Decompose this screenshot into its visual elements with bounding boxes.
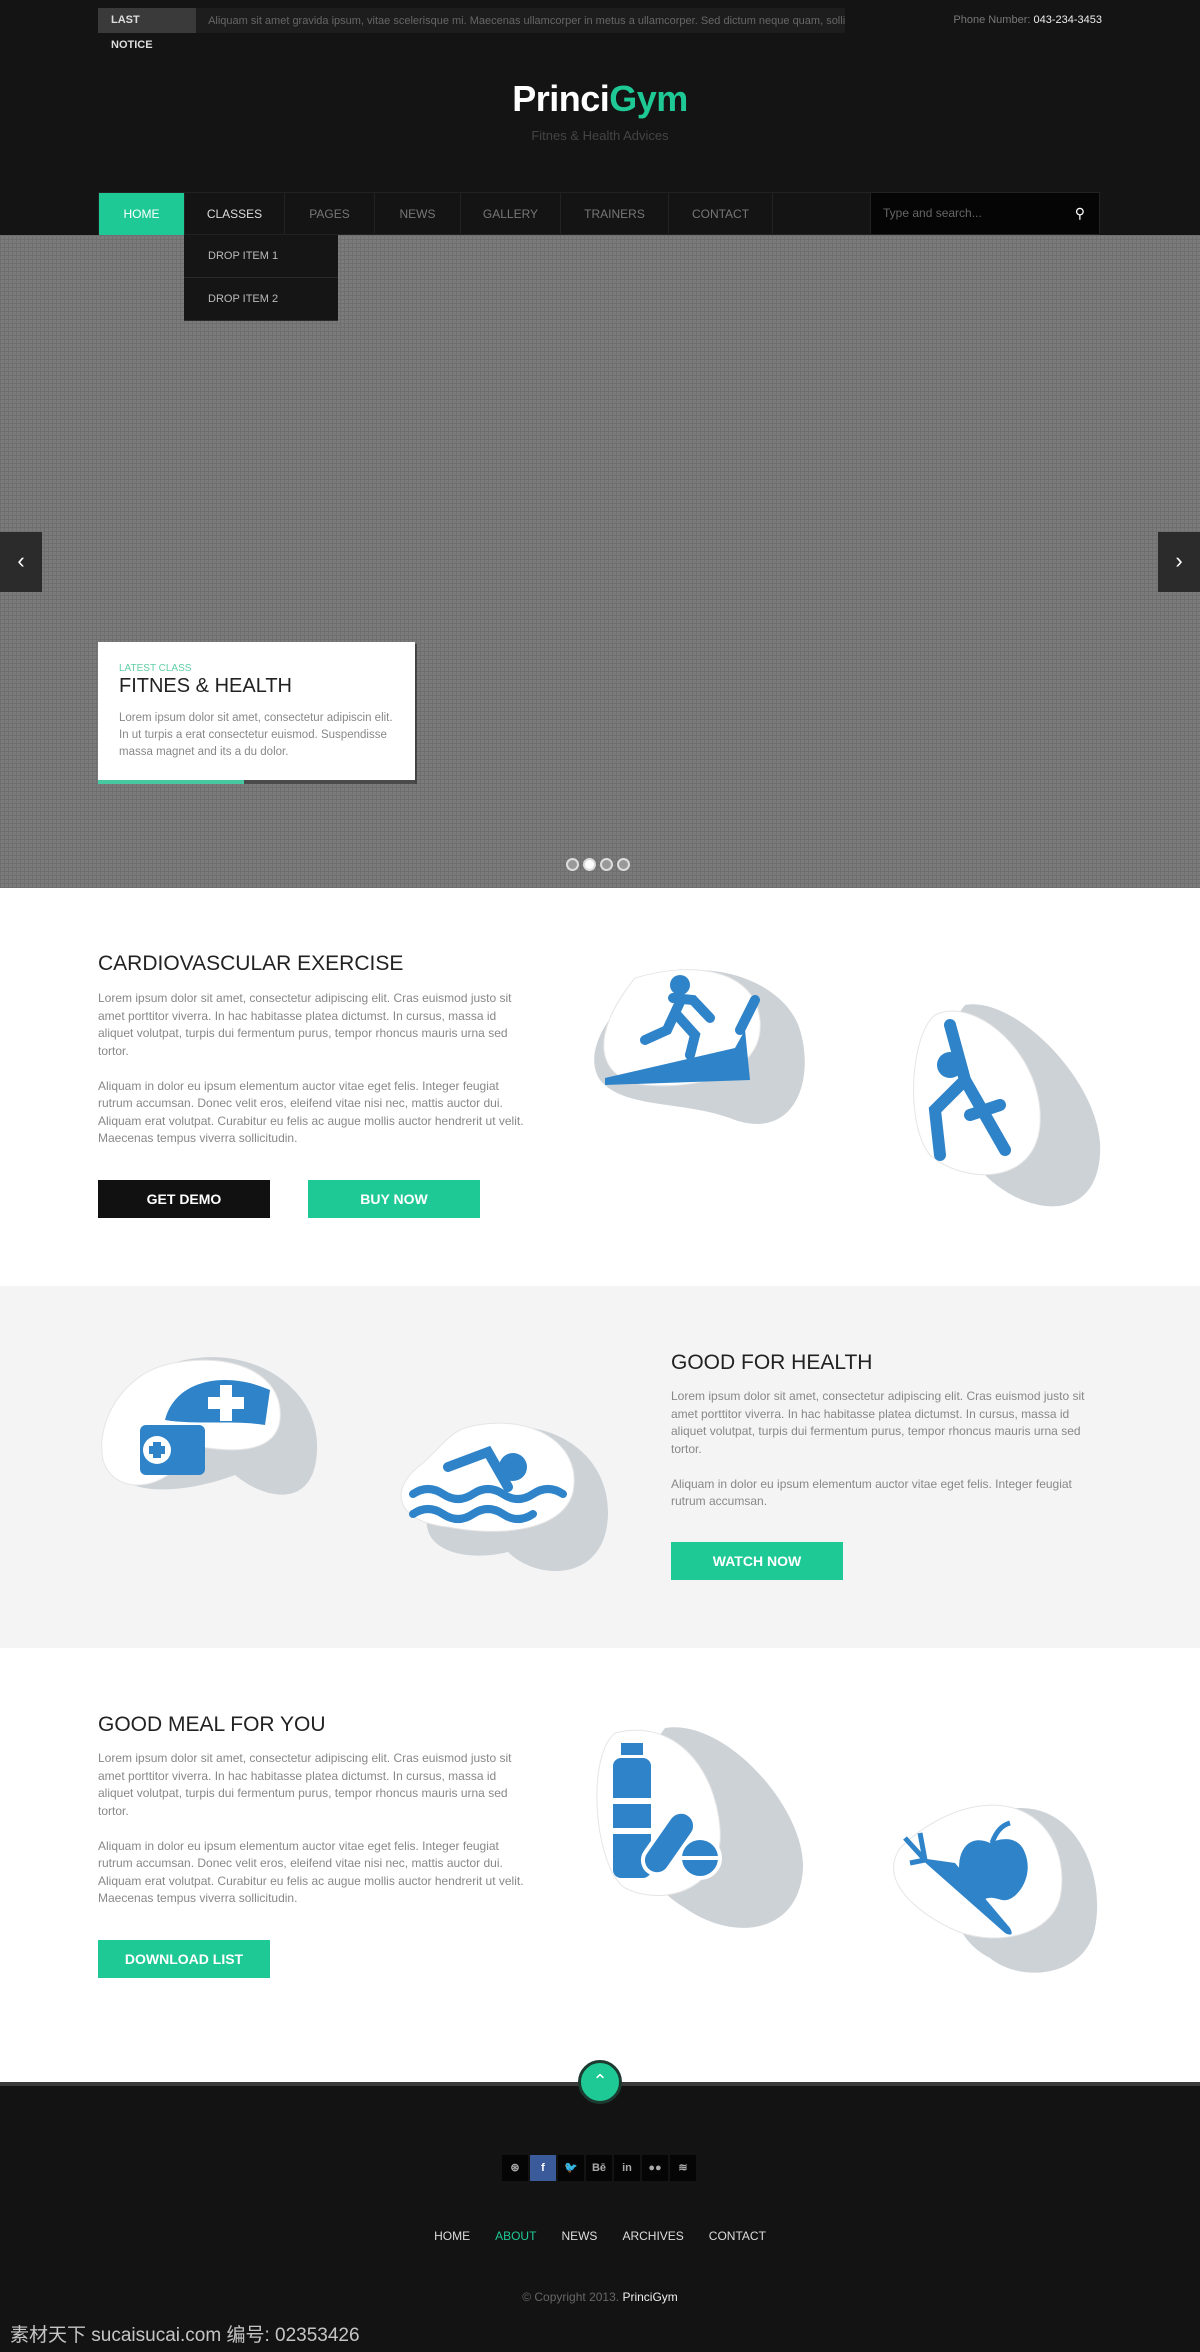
slider-next-button[interactable]: ›	[1158, 532, 1200, 592]
water-bottle-pills-icon	[596, 1727, 804, 1928]
swimmer-icon	[400, 1422, 608, 1572]
footer	[0, 2082, 1200, 2352]
twitter-icon[interactable]: 🐦	[558, 2155, 584, 2181]
copyright-text: © Copyright 2013.	[522, 2290, 620, 2304]
slide-progress-fill	[98, 780, 244, 784]
chevron-up-icon: ⌃	[592, 2071, 608, 2091]
chevron-right-icon: ›	[1175, 548, 1183, 573]
footer-link-home[interactable]: HOME	[434, 2229, 470, 2243]
footer-link-archives[interactable]: ARCHIVES	[622, 2229, 683, 2243]
search-icon[interactable]: ⚲	[1075, 193, 1085, 234]
flickr-icon[interactable]: ●●	[642, 2155, 668, 2181]
slider-prev-button[interactable]: ‹	[0, 532, 42, 592]
logo[interactable]: PrinciGym	[0, 78, 1200, 120]
phone-number: Phone Number: 043-234-3453	[953, 14, 1102, 26]
section-text: Lorem ipsum dolor sit amet, consectetur …	[98, 1750, 528, 1908]
phone-label: Phone Number:	[953, 14, 1031, 26]
notice-text: Aliquam sit amet gravida ipsum, vitae sc…	[208, 14, 845, 27]
section-title: CARDIOVASCULAR EXERCISE	[98, 952, 404, 975]
search-placeholder: Type and search...	[883, 206, 982, 220]
section-text: Lorem ipsum dolor sit amet, consectetur …	[671, 1388, 1101, 1511]
get-demo-button[interactable]: GET DEMO	[98, 1180, 270, 1218]
paragraph: Aliquam in dolor eu ipsum elementum auct…	[671, 1476, 1072, 1509]
hero-slider	[0, 235, 1200, 888]
nav-trainers[interactable]: TRAINERS	[561, 193, 669, 235]
carrot-apple-icon	[893, 1804, 1098, 1973]
dropdown-item[interactable]: DROP ITEM 1	[184, 235, 338, 278]
nav-news[interactable]: NEWS	[375, 193, 461, 235]
nav-classes[interactable]: CLASSES	[185, 193, 285, 235]
slide-progress	[98, 780, 415, 784]
classes-dropdown: DROP ITEM 1 DROP ITEM 2	[184, 235, 338, 321]
footer-link-news[interactable]: NEWS	[561, 2229, 597, 2243]
slide-caption: LATEST CLASS FITNES & HEALTH Lorem ipsum…	[98, 642, 415, 784]
nav-gallery[interactable]: GALLERY	[461, 193, 561, 235]
chevron-left-icon: ‹	[17, 548, 25, 573]
section-title: GOOD MEAL FOR YOU	[98, 1713, 326, 1736]
footer-link-contact[interactable]: CONTACT	[709, 2229, 766, 2243]
stretching-person-icon	[913, 1004, 1101, 1207]
paragraph: Lorem ipsum dolor sit amet, consectetur …	[671, 1389, 1085, 1456]
scroll-to-top-button[interactable]: ⌃	[578, 2060, 622, 2104]
slider-dots	[566, 858, 630, 871]
rss-icon[interactable]: ≋	[670, 2155, 696, 2181]
buy-now-button[interactable]: BUY NOW	[308, 1180, 480, 1218]
social-links: ⊛ f 🐦 Bē in ●● ≋	[502, 2155, 696, 2181]
caption-kicker: LATEST CLASS	[119, 663, 192, 674]
paragraph: Lorem ipsum dolor sit amet, consectetur …	[98, 991, 512, 1058]
linkedin-icon[interactable]: in	[614, 2155, 640, 2181]
copyright: © Copyright 2013. PrinciGym	[0, 2290, 1200, 2304]
slider-dot[interactable]	[566, 858, 579, 871]
caption-text: Lorem ipsum dolor sit amet, consectetur …	[119, 712, 393, 758]
slider-dot[interactable]	[583, 858, 596, 871]
section-title: GOOD FOR HEALTH	[671, 1351, 873, 1374]
nav-pages[interactable]: PAGES	[285, 193, 375, 235]
nav-home[interactable]: HOME	[99, 193, 185, 235]
slider-dot[interactable]	[600, 858, 613, 871]
paragraph: Lorem ipsum dolor sit amet, consectetur …	[98, 1751, 512, 1818]
paragraph: Aliquam in dolor eu ipsum elementum auct…	[98, 1838, 524, 1906]
footer-nav: HOME ABOUT NEWS ARCHIVES CONTACT	[0, 2229, 1200, 2243]
footer-link-about[interactable]: ABOUT	[495, 2229, 536, 2243]
tagline: Fitnes & Health Advices	[531, 128, 669, 143]
logo-part1: Princi	[512, 78, 610, 119]
copyright-brand: PrinciGym	[622, 2290, 678, 2304]
watch-now-button[interactable]: WATCH NOW	[671, 1542, 843, 1580]
section-text: Lorem ipsum dolor sit amet, consectetur …	[98, 990, 528, 1148]
search-input[interactable]: Type and search... ⚲	[870, 192, 1100, 235]
behance-icon[interactable]: Bē	[586, 2155, 612, 2181]
notice-bar: LAST NOTICE Aliquam sit amet gravida ips…	[98, 8, 845, 51]
dribbble-icon[interactable]: ⊛	[502, 2155, 528, 2181]
logo-part2: Gym	[609, 78, 688, 119]
watermark: 素材天下 sucaisucai.com 编号: 02353426	[10, 2325, 360, 2346]
paragraph: Aliquam in dolor eu ipsum elementum auct…	[98, 1078, 524, 1146]
download-list-button[interactable]: DOWNLOAD LIST	[98, 1940, 270, 1978]
dropdown-item[interactable]: DROP ITEM 2	[184, 278, 338, 321]
phone-value: 043-234-3453	[1033, 14, 1102, 26]
medical-kit-icon	[101, 1357, 318, 1495]
notice-label: LAST NOTICE	[98, 8, 197, 51]
nav-contact[interactable]: CONTACT	[669, 193, 773, 235]
treadmill-icon	[594, 969, 805, 1124]
slider-dot[interactable]	[617, 858, 630, 871]
facebook-icon[interactable]: f	[530, 2155, 556, 2181]
caption-title: FITNES & HEALTH	[119, 675, 292, 697]
